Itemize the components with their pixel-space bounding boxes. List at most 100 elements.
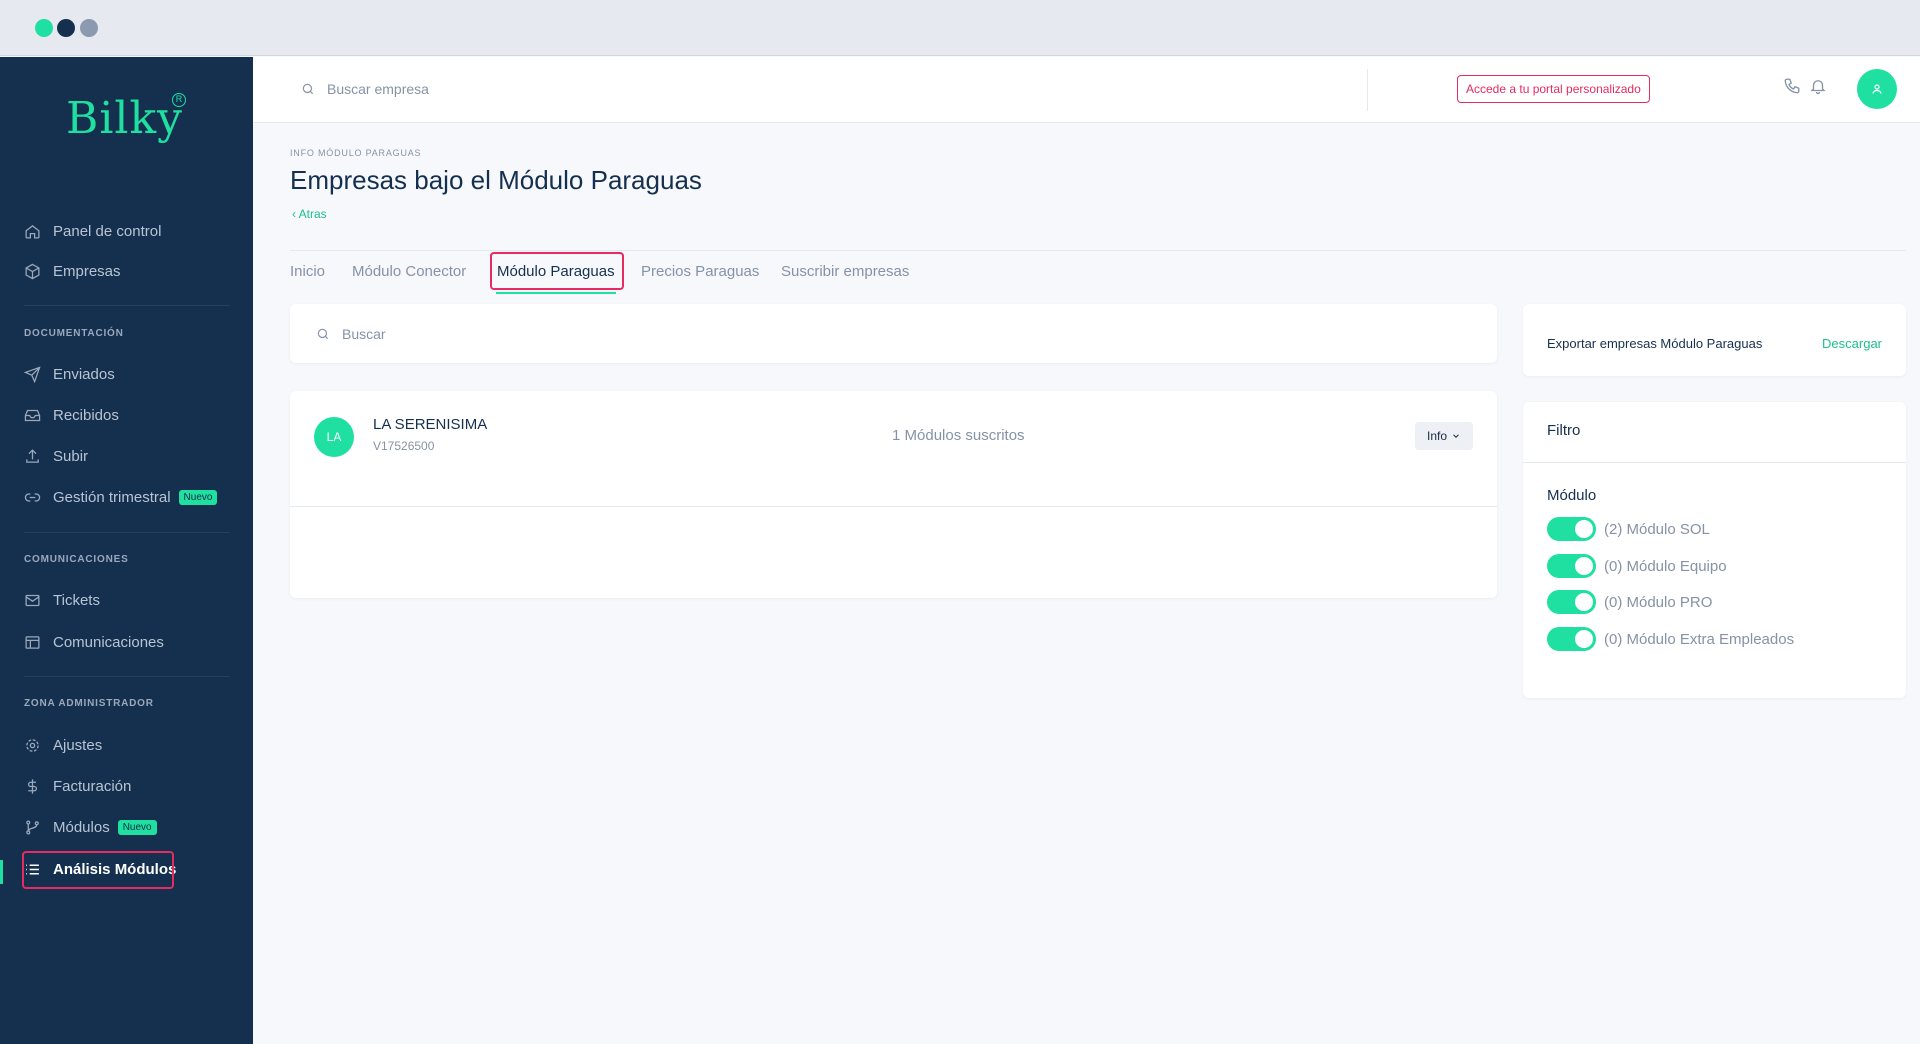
tab-modulo-conector[interactable]: Módulo Conector xyxy=(352,263,466,280)
toggle-switch[interactable] xyxy=(1547,590,1596,614)
window-titlebar xyxy=(0,0,1920,56)
sidebar-item-panel-de-control[interactable]: Panel de control xyxy=(24,217,234,245)
info-button[interactable]: Info xyxy=(1415,422,1473,450)
toggle-switch[interactable] xyxy=(1547,517,1596,541)
layout-icon xyxy=(25,635,40,649)
company-list-card: LA LA SERENISIMA V17526500 1 Módulos sus… xyxy=(290,391,1497,598)
company-name: LA SERENISIMA xyxy=(373,416,488,433)
sidebar-item-label: Empresas xyxy=(53,262,121,280)
company-search-placeholder: Buscar empresa xyxy=(327,81,429,97)
active-indicator xyxy=(0,860,3,884)
sidebar-section-documentacion: DOCUMENTACIÓN xyxy=(24,328,124,339)
highlight-frame xyxy=(490,252,624,290)
sidebar-item-tickets[interactable]: Tickets xyxy=(24,586,234,614)
filter-card: Filtro Módulo (2) Módulo SOL (0) Módulo … xyxy=(1523,402,1906,698)
list-search-placeholder: Buscar xyxy=(342,325,386,342)
dollar-icon xyxy=(27,778,38,794)
info-button-label: Info xyxy=(1426,429,1447,443)
cube-icon xyxy=(25,263,40,279)
sidebar-item-label: Enviados xyxy=(53,365,115,383)
sidebar-section-admin: ZONA ADMINISTRADOR xyxy=(24,698,154,709)
sidebar-item-label: Subir xyxy=(53,447,89,465)
brand-logo[interactable]: Bilky xyxy=(66,93,183,144)
sidebar-divider xyxy=(24,676,230,677)
sidebar-item-label: Gestión trimestral xyxy=(53,488,171,506)
gear-icon xyxy=(26,738,39,752)
window-dot-green-icon[interactable] xyxy=(35,19,53,37)
filter-option-label: (2) Módulo SOL xyxy=(1604,520,1710,538)
tab-inicio[interactable]: Inicio xyxy=(290,263,325,280)
sidebar-divider xyxy=(24,532,230,533)
window-dot-gray-icon[interactable] xyxy=(80,19,98,37)
sidebar-item-modulos[interactable]: Módulos Nuevo xyxy=(24,813,234,841)
toggle-switch[interactable] xyxy=(1547,554,1596,578)
filter-option-label: (0) Módulo PRO xyxy=(1604,593,1713,611)
search-icon xyxy=(317,328,329,339)
filter-divider xyxy=(1523,462,1906,463)
filter-subtitle: Módulo xyxy=(1547,487,1597,504)
phone-icon[interactable] xyxy=(1783,77,1801,95)
new-badge: Nuevo xyxy=(117,819,157,835)
sidebar-item-facturacion[interactable]: Facturación xyxy=(24,772,234,800)
company-modules-count: 1 Módulos suscritos xyxy=(892,427,1025,444)
user-icon xyxy=(1872,84,1882,94)
window-dot-navy-icon[interactable] xyxy=(57,19,75,37)
topbar-divider xyxy=(1367,69,1368,111)
home-icon xyxy=(25,224,40,239)
sidebar-item-recibidos[interactable]: Recibidos xyxy=(24,401,234,429)
filter-option-equipo[interactable]: (0) Módulo Equipo xyxy=(1547,554,1727,578)
mail-icon xyxy=(25,594,40,606)
breadcrumb: INFO MÓDULO PARAGUAS xyxy=(290,148,422,158)
search-icon xyxy=(302,83,314,95)
sidebar-item-label: Facturación xyxy=(53,777,132,795)
toggle-switch[interactable] xyxy=(1547,627,1596,651)
export-card: Exportar empresas Módulo Paraguas Descar… xyxy=(1523,304,1906,376)
sidebar-item-enviados[interactable]: Enviados xyxy=(24,360,234,388)
user-avatar[interactable] xyxy=(1857,69,1897,109)
send-icon xyxy=(24,365,41,383)
filter-title: Filtro xyxy=(1547,422,1581,439)
filter-option-sol[interactable]: (2) Módulo SOL xyxy=(1547,517,1710,541)
list-search-card: Buscar xyxy=(290,304,1497,363)
sidebar-item-comunicaciones[interactable]: Comunicaciones xyxy=(24,628,234,656)
row-divider xyxy=(290,506,1497,507)
branch-icon xyxy=(26,819,39,835)
sidebar-divider xyxy=(24,305,230,306)
list-search-input[interactable]: Buscar xyxy=(290,304,1497,363)
sidebar-item-ajustes[interactable]: Ajustes xyxy=(24,731,234,759)
sidebar-item-label: Recibidos xyxy=(53,406,119,424)
top-bar: Buscar empresa Accede a tu portal person… xyxy=(253,57,1920,123)
chevron-down-icon xyxy=(1453,434,1459,438)
filter-option-extra-empleados[interactable]: (0) Módulo Extra Empleados xyxy=(1547,627,1794,651)
bell-icon[interactable] xyxy=(1809,77,1827,95)
tab-precios-paraguas[interactable]: Precios Paraguas xyxy=(641,263,759,280)
sidebar-item-label: Tickets xyxy=(53,591,100,609)
sidebar-section-comunicaciones: COMUNICACIONES xyxy=(24,554,129,565)
page-title: Empresas bajo el Módulo Paraguas xyxy=(290,165,702,195)
company-avatar: LA xyxy=(314,417,354,457)
sidebar-item-gestion-trimestral[interactable]: Gestión trimestral Nuevo xyxy=(24,483,234,511)
download-link[interactable]: Descargar xyxy=(1822,336,1882,351)
sidebar-item-label: Panel de control xyxy=(53,222,162,240)
tab-suscribir-empresas[interactable]: Suscribir empresas xyxy=(781,263,909,280)
highlight-frame xyxy=(22,851,174,889)
sidebar-item-empresas[interactable]: Empresas xyxy=(24,257,234,285)
company-search[interactable]: Buscar empresa xyxy=(301,81,429,97)
filter-option-label: (0) Módulo Extra Empleados xyxy=(1604,630,1795,648)
sidebar: Bilky R Panel de control Empresas DOCUME… xyxy=(0,57,253,1044)
upload-icon xyxy=(26,448,39,463)
sidebar-item-subir[interactable]: Subir xyxy=(24,442,234,470)
link-icon xyxy=(24,492,41,502)
active-tab-underline xyxy=(496,292,616,294)
company-id: V17526500 xyxy=(373,439,435,453)
export-label: Exportar empresas Módulo Paraguas xyxy=(1547,336,1763,351)
sidebar-item-label: Módulos xyxy=(53,818,110,836)
sidebar-item-label: Comunicaciones xyxy=(53,633,164,651)
header-divider xyxy=(290,250,1906,251)
filter-option-pro[interactable]: (0) Módulo PRO xyxy=(1547,590,1712,614)
inbox-icon xyxy=(24,409,41,421)
back-link[interactable]: ‹ Atras xyxy=(292,207,327,221)
new-badge: Nuevo xyxy=(178,489,218,505)
portal-button[interactable]: Accede a tu portal personalizado xyxy=(1457,75,1650,103)
registered-mark-icon: R xyxy=(172,93,186,107)
